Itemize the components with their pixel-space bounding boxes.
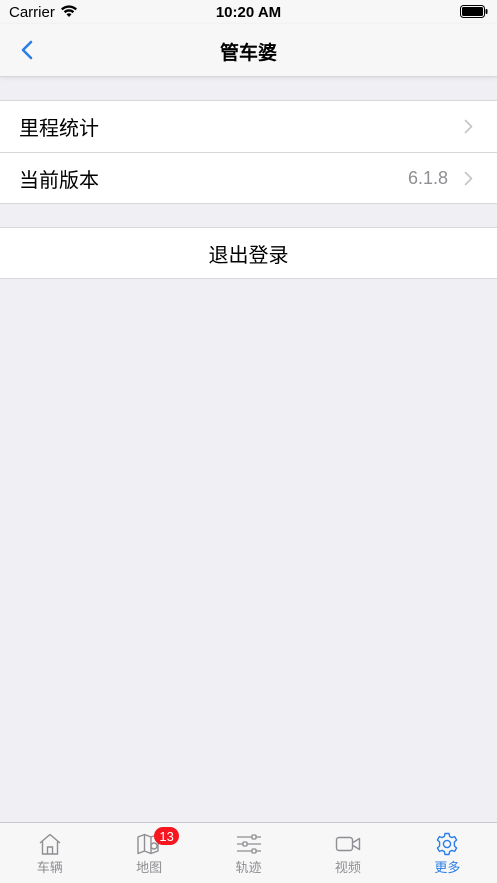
- battery-icon: [460, 5, 488, 18]
- video-camera-icon: [335, 836, 361, 852]
- tab-more[interactable]: 更多: [398, 823, 497, 883]
- current-version-row[interactable]: 当前版本 6.1.8: [0, 152, 497, 203]
- tab-bar: 车辆 13 地图 轨迹 视频 更多: [0, 822, 497, 883]
- tab-label: 视频: [334, 860, 361, 875]
- gear-icon: [437, 832, 458, 856]
- map-notification-badge: 13: [154, 827, 180, 845]
- page-title: 管车婆: [219, 43, 277, 64]
- tab-label: 地图: [136, 860, 163, 875]
- tab-video[interactable]: 视频: [298, 823, 397, 883]
- chevron-right-icon: [464, 119, 473, 134]
- current-version-value: 6.1.8: [407, 167, 448, 188]
- tab-vehicles[interactable]: 车辆: [0, 823, 99, 883]
- status-bar: Carrier 10:20 AM: [0, 0, 497, 24]
- mileage-stats-row[interactable]: 里程统计: [0, 101, 497, 152]
- mileage-stats-label: 里程统计: [19, 118, 99, 140]
- chevron-right-icon: [464, 171, 473, 186]
- tab-label: 车辆: [36, 860, 63, 875]
- house-icon: [39, 833, 61, 855]
- clock: 10:20 AM: [215, 4, 282, 21]
- logout-button[interactable]: 退出登录: [0, 228, 497, 278]
- navigation-bar: 管车婆: [0, 24, 497, 77]
- logout-label: 退出登录: [208, 244, 289, 267]
- tab-map[interactable]: 13 地图: [99, 823, 198, 883]
- settings-group: 里程统计 当前版本 6.1.8: [0, 100, 497, 204]
- logout-group: 退出登录: [0, 227, 497, 279]
- sliders-icon: [236, 834, 261, 854]
- tab-label: 轨迹: [235, 860, 262, 875]
- current-version-label: 当前版本: [19, 169, 99, 192]
- tab-track[interactable]: 轨迹: [199, 823, 298, 883]
- tab-label: 更多: [434, 860, 461, 875]
